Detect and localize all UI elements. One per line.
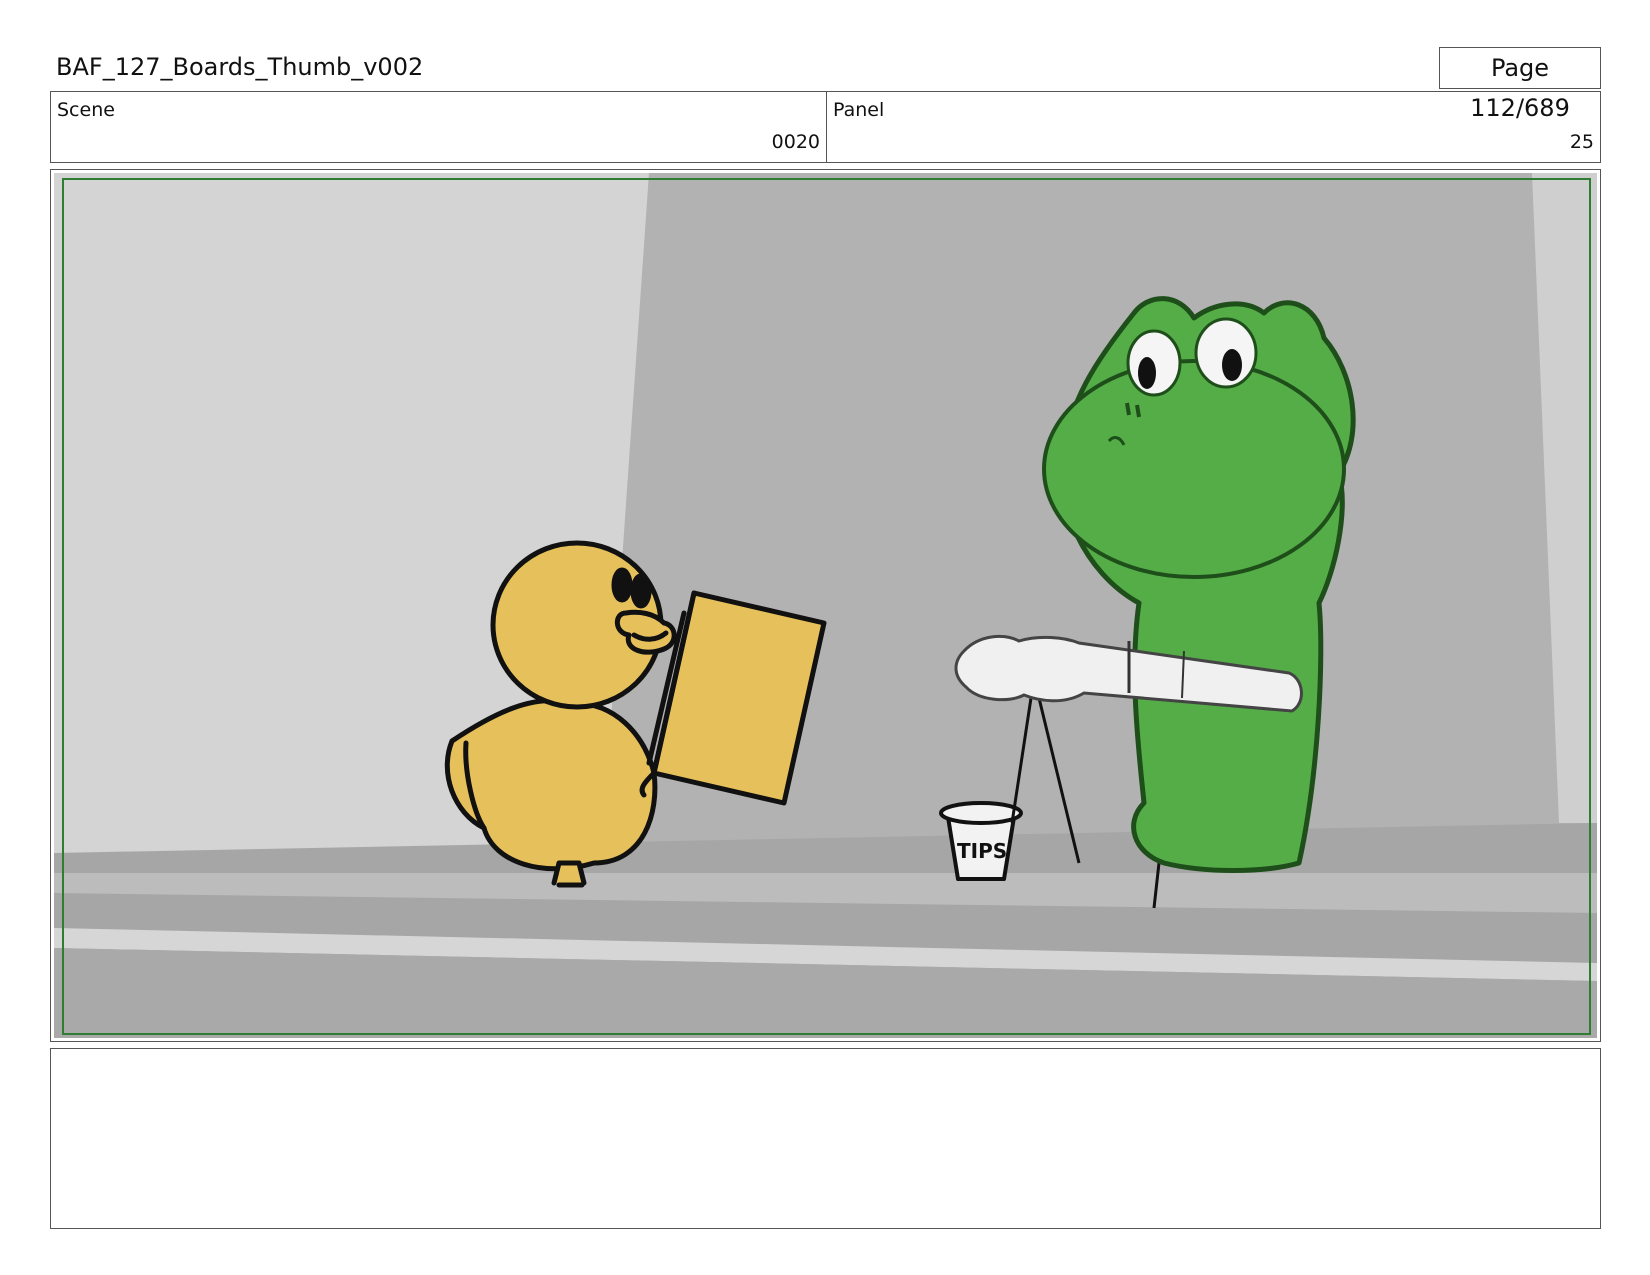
storyboard-frame: TIPS	[50, 169, 1601, 1042]
scene-panel-info-row: Scene 0020 Panel 25	[50, 91, 1601, 163]
panel-number: 25	[1569, 131, 1594, 153]
document-title: BAF_127_Boards_Thumb_v002	[56, 53, 424, 81]
cup-label: TIPS	[957, 839, 1007, 863]
storyboard-illustration: TIPS	[54, 173, 1597, 1038]
page-number: Page 112/689	[1439, 47, 1601, 122]
scene-label: Scene	[57, 99, 115, 121]
storyboard-drawing: TIPS	[54, 173, 1597, 1038]
scene-cell: Scene 0020	[51, 92, 827, 162]
panel-label: Panel	[833, 99, 885, 121]
notes-box	[50, 1048, 1601, 1229]
scene-number: 0020	[771, 131, 820, 153]
panel-cell: Panel 25	[827, 92, 1600, 162]
